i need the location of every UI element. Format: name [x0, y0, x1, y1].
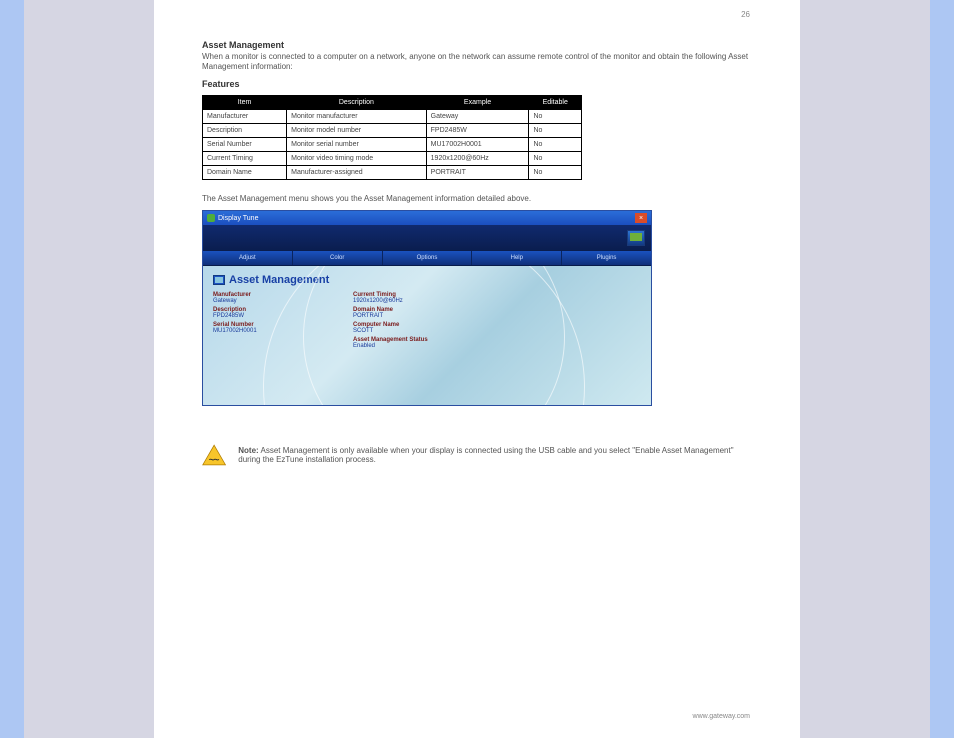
warning-icon — [202, 442, 226, 468]
close-icon: × — [639, 215, 643, 222]
th-example: Example — [426, 95, 529, 109]
cell: Domain Name — [203, 165, 287, 179]
tab-plugins[interactable]: Plugins — [562, 251, 651, 265]
cell: 1920x1200@60Hz — [426, 151, 529, 165]
decor-bar-inner-left — [24, 0, 154, 738]
field-value: SCOTT — [353, 328, 513, 334]
cell: PORTRAIT — [426, 165, 529, 179]
field: Serial Number MU17002H0001 — [213, 322, 333, 334]
display-icon — [213, 275, 225, 285]
cell: Manufacturer-assigned — [287, 165, 427, 179]
fields-grid: Manufacturer Gateway Description FPD2485… — [213, 292, 641, 352]
asset-table: Item Description Example Editable Manufa… — [202, 95, 582, 180]
cell: No — [529, 151, 582, 165]
note-row: Note: Asset Management is only available… — [202, 442, 752, 468]
field: Computer Name SCOTT — [353, 322, 513, 334]
window-title: Display Tune — [218, 215, 258, 222]
tab-adjust[interactable]: Adjust — [203, 251, 293, 265]
app-body: Asset Management Manufacturer Gateway De… — [203, 265, 651, 405]
tab-color[interactable]: Color — [293, 251, 383, 265]
logo-row — [203, 225, 651, 251]
field-value: PORTRAIT — [353, 313, 513, 319]
cell: Monitor model number — [287, 123, 427, 137]
field-value: Gateway — [213, 298, 333, 304]
page-number: 26 — [741, 10, 750, 19]
field: Current Timing 1920x1200@60Hz — [353, 292, 513, 304]
panel-title-row: Asset Management — [213, 274, 641, 286]
field: Domain Name PORTRAIT — [353, 307, 513, 319]
app-icon — [207, 214, 215, 222]
cell: Current Timing — [203, 151, 287, 165]
field: Description FPD2485W — [213, 307, 333, 319]
intro-para-1: When a monitor is connected to a compute… — [202, 52, 752, 73]
decor-bar-outer-right — [930, 0, 954, 738]
manual-page: 26 Asset Management When a monitor is co… — [154, 0, 800, 738]
title-left: Display Tune — [207, 214, 258, 222]
table-header-row: Item Description Example Editable — [203, 95, 582, 109]
field: Manufacturer Gateway — [213, 292, 333, 304]
cell: No — [529, 137, 582, 151]
cell: MU17002H0001 — [426, 137, 529, 151]
cell: No — [529, 109, 582, 123]
cell: Manufacturer — [203, 109, 287, 123]
cell: No — [529, 165, 582, 179]
fields-col-right: Current Timing 1920x1200@60Hz Domain Nam… — [353, 292, 513, 352]
display-tune-window: Display Tune × Adjust Color Options Help… — [202, 210, 652, 406]
th-desc: Description — [287, 95, 427, 109]
tab-options[interactable]: Options — [383, 251, 473, 265]
page-footer: www.gateway.com — [693, 713, 750, 720]
close-button[interactable]: × — [635, 213, 647, 223]
cell: Monitor manufacturer — [287, 109, 427, 123]
tab-row: Adjust Color Options Help Plugins — [203, 251, 651, 265]
table-row: Serial Number Monitor serial number MU17… — [203, 137, 582, 151]
section-heading-features: Features — [202, 79, 752, 89]
note-body: Asset Management is only available when … — [238, 446, 733, 464]
table-row: Description Monitor model number FPD2485… — [203, 123, 582, 137]
field-value: FPD2485W — [213, 313, 333, 319]
th-editable: Editable — [529, 95, 582, 109]
decor-bar-outer-left — [0, 0, 24, 738]
decor-bar-inner-right — [800, 0, 930, 738]
cell: Serial Number — [203, 137, 287, 151]
fields-col-left: Manufacturer Gateway Description FPD2485… — [213, 292, 333, 352]
table-row: Domain Name Manufacturer-assigned PORTRA… — [203, 165, 582, 179]
cell: FPD2485W — [426, 123, 529, 137]
table-row: Current Timing Monitor video timing mode… — [203, 151, 582, 165]
field-value: 1920x1200@60Hz — [353, 298, 513, 304]
tab-help[interactable]: Help — [472, 251, 562, 265]
field-value: Enabled — [353, 343, 513, 349]
th-item: Item — [203, 95, 287, 109]
field: Asset Management Status Enabled — [353, 337, 513, 349]
table-row: Manufacturer Monitor manufacturer Gatewa… — [203, 109, 582, 123]
note-text: Note: Asset Management is only available… — [238, 446, 752, 464]
intro-para-2: The Asset Management menu shows you the … — [202, 194, 752, 204]
cell: Description — [203, 123, 287, 137]
panel-title: Asset Management — [229, 274, 329, 286]
monitor-icon — [627, 230, 645, 246]
cell: Monitor serial number — [287, 137, 427, 151]
window-titlebar[interactable]: Display Tune × — [203, 211, 651, 225]
section-heading-asset: Asset Management — [202, 40, 752, 50]
field-value: MU17002H0001 — [213, 328, 333, 334]
note-lead: Note: — [238, 446, 258, 455]
cell: Gateway — [426, 109, 529, 123]
cell: Monitor video timing mode — [287, 151, 427, 165]
cell: No — [529, 123, 582, 137]
